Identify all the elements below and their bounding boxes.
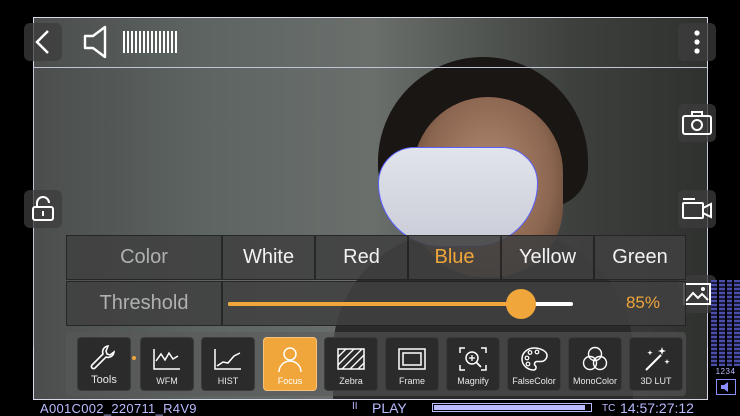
lock-button[interactable]	[24, 190, 62, 228]
focus-person-icon	[278, 347, 302, 373]
audio-meter-ch1	[711, 280, 717, 366]
volume-bar	[135, 31, 137, 53]
tool-wfm[interactable]: WFM	[140, 337, 194, 391]
speaker-small-icon	[721, 382, 728, 392]
chevron-left-icon	[35, 30, 49, 54]
tool-label: WFM	[156, 376, 178, 386]
tool-label: 3D LUT	[640, 376, 672, 386]
video-camera-icon	[682, 198, 712, 219]
volume-bar	[147, 31, 149, 53]
volume-level-meter	[123, 31, 177, 53]
unlock-icon	[32, 196, 54, 221]
volume-bar	[151, 31, 153, 53]
magic-wand-icon	[645, 347, 670, 371]
vertical-dots-icon	[694, 30, 700, 54]
histogram-icon	[214, 349, 241, 370]
timecode: 14:57:27:12	[620, 400, 694, 416]
tool-label: FalseColor	[512, 376, 556, 386]
volume-bar	[131, 31, 133, 53]
tool-monocolor[interactable]: MonoColor	[568, 337, 622, 391]
color-option-white[interactable]: White	[222, 235, 315, 280]
snapshot-button[interactable]	[678, 104, 716, 142]
volume-bar	[159, 31, 161, 53]
frame-icon	[398, 348, 426, 370]
back-button[interactable]	[24, 23, 62, 61]
volume-bar	[127, 31, 129, 53]
active-indicator-dot	[132, 356, 136, 360]
tool-label: MonoColor	[572, 376, 618, 386]
frame-guide-top	[33, 67, 708, 68]
volume-bar	[171, 31, 173, 53]
camera-icon	[682, 111, 712, 135]
tool-label: Frame	[398, 376, 425, 386]
volume-bar	[175, 31, 177, 53]
timecode-label: TC	[602, 403, 616, 414]
tool-label: Focus	[277, 376, 303, 386]
color-option-blue[interactable]: Blue	[408, 235, 501, 280]
audio-meter-ch3	[726, 280, 733, 366]
audio-meter-ch4	[734, 280, 740, 366]
magnify-icon	[459, 347, 487, 371]
tool-label: Tools	[91, 374, 117, 386]
tool-label: Magnify	[457, 376, 489, 386]
clip-name: A001C002_220711_R4V9	[40, 401, 197, 416]
threshold-value: 85%	[625, 293, 660, 312]
color-row-label: Color	[66, 235, 222, 280]
volume-bar	[139, 31, 141, 53]
volume-bar	[163, 31, 165, 53]
tool-tools[interactable]: Tools	[77, 337, 131, 391]
tool-frame[interactable]: Frame	[385, 337, 439, 391]
color-option-green[interactable]: Green	[594, 235, 686, 280]
wrench-icon	[90, 345, 115, 370]
volume-bar	[155, 31, 157, 53]
subject-mask	[378, 147, 538, 247]
tool-label: Zebra	[339, 376, 363, 386]
waveform-icon	[153, 349, 180, 370]
threshold-row-label: Threshold	[66, 281, 222, 326]
tool-3dlut[interactable]: 3D LUT	[629, 337, 683, 391]
tool-falsecolor[interactable]: FalseColor	[507, 337, 561, 391]
volume-bar	[123, 31, 125, 53]
audio-level-meters	[711, 280, 740, 366]
tool-hist[interactable]: HIST	[201, 337, 255, 391]
more-menu-button[interactable]	[678, 23, 716, 61]
tool-label: HIST	[217, 376, 239, 386]
color-option-red[interactable]: Red	[315, 235, 408, 280]
tool-magnify[interactable]: Magnify	[446, 337, 500, 391]
record-button[interactable]	[678, 190, 716, 228]
playback-progress-fill	[434, 405, 586, 410]
palette-icon	[521, 347, 548, 371]
volume-bar	[143, 31, 145, 53]
tool-focus[interactable]: Focus	[263, 337, 317, 391]
play-status: PLAY	[372, 400, 407, 416]
speaker-icon[interactable]	[82, 24, 118, 60]
color-option-yellow[interactable]: Yellow	[501, 235, 594, 280]
tool-zebra[interactable]: Zebra	[324, 337, 378, 391]
status-bar: A001C002_220711_R4V9 II PLAY TC 14:57:27…	[0, 400, 740, 416]
image-icon	[683, 283, 711, 305]
audio-channel-labels: 1234	[715, 367, 736, 376]
audio-meter-ch2	[718, 280, 725, 366]
audio-monitor-button[interactable]	[716, 379, 736, 395]
zebra-stripes-icon	[337, 348, 365, 370]
threshold-slider-fill	[228, 302, 522, 306]
circles-icon	[582, 346, 608, 371]
volume-bar	[167, 31, 169, 53]
pause-indicator: II	[352, 401, 358, 412]
